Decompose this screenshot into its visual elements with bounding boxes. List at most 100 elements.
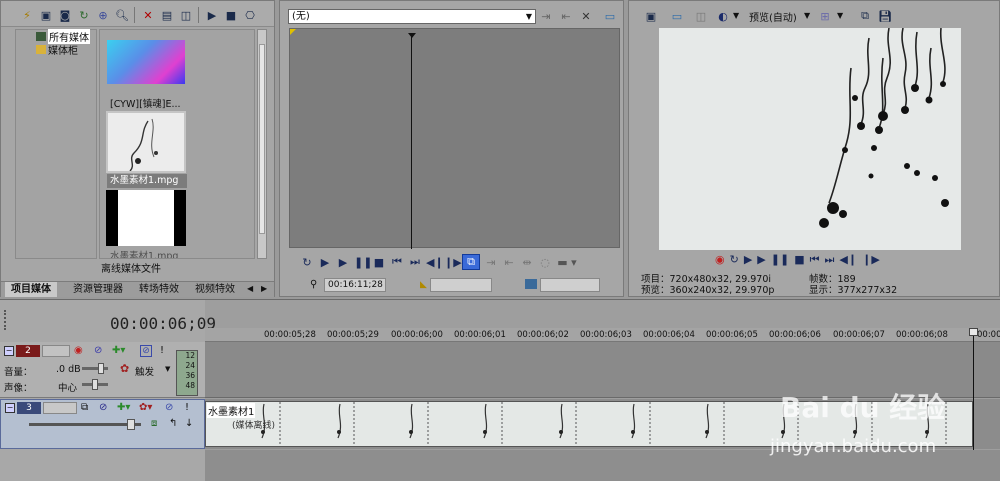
audio-icon[interactable]: ◌ (538, 256, 552, 269)
tab-transitions[interactable]: 转场特效 (133, 282, 185, 297)
trimmer-cursor[interactable] (411, 35, 412, 249)
go-end-icon[interactable]: ⏭ (408, 255, 422, 269)
play-icon[interactable]: ▶ (336, 256, 350, 269)
thumbnail-cyw[interactable] (107, 40, 185, 84)
trim-in-icon[interactable]: ⇥ (538, 8, 554, 24)
more-icon[interactable]: ▬ ▾ (556, 256, 578, 269)
add-before-icon[interactable]: ⇤ (502, 256, 516, 269)
preview-mode-chevron-icon[interactable]: ▼ (804, 11, 810, 20)
track3-header[interactable]: − 3 ⧉ ⊘ ✚▾ ✿▾ ⊘ ! ⧈ ↰ ↓ (0, 399, 205, 449)
capture-icon[interactable]: ▣ (38, 7, 54, 23)
track-collapse-icon[interactable]: − (5, 403, 15, 413)
save-snapshot-icon[interactable]: 💾︎ (877, 8, 893, 24)
import-icon[interactable]: ⚡ (19, 7, 35, 23)
grid-icon[interactable]: ⊞ (817, 8, 833, 24)
trimmer-dropdown[interactable]: (无) ▼ (288, 9, 536, 24)
track-collapse-icon[interactable]: − (4, 346, 14, 356)
add-to-timeline-icon[interactable]: ⇥ (484, 256, 498, 269)
tree-item-bins[interactable]: 媒体柜 (36, 43, 78, 57)
track2-header[interactable]: − 2 ◉ ⊘ ✚▾ ⊘ ! 音量： .0 dB ✿ 触发 ▼ 声像： 中心 1… (0, 342, 205, 398)
copy-snapshot-icon[interactable]: ⧉ (857, 8, 873, 24)
trim-mode-icon[interactable]: ⧉ (462, 254, 480, 270)
get-media-icon[interactable]: ◙ (57, 7, 73, 23)
track-fx-icon[interactable]: ✚▾ (112, 345, 125, 356)
trimmer-timecode[interactable]: 00:16:11;28 (324, 278, 386, 292)
play-icon[interactable]: ▶ (204, 7, 220, 23)
trim-out-icon[interactable]: ⇤ (558, 8, 574, 24)
tab-scroll-left-icon[interactable]: ◀ (247, 284, 253, 293)
tab-scroll-right-icon[interactable]: ▶ (261, 284, 267, 293)
mute-icon[interactable]: ⊘ (165, 402, 173, 413)
media-scrollbar[interactable] (257, 29, 267, 259)
automation-icon[interactable]: ✿▾ (139, 402, 152, 413)
timeline-timecode[interactable]: 00:00:06;09 (110, 314, 216, 333)
next-frame-icon[interactable]: ❙▶ (444, 256, 462, 269)
sync-icon[interactable]: ↻ (76, 7, 92, 23)
drag-handle-icon[interactable] (4, 310, 7, 330)
go-start-icon[interactable]: ⏮ (390, 255, 404, 269)
trigger-label[interactable]: 触发 (135, 364, 154, 378)
overlay-icon[interactable]: ◐ (715, 8, 731, 24)
child-icon[interactable]: ↓ (185, 418, 193, 429)
track3-name-field[interactable] (43, 402, 77, 414)
effects-icon[interactable]: ◫ (178, 7, 194, 23)
play-icon[interactable]: ▶ (757, 253, 765, 267)
arm-record-icon[interactable]: ◉ (74, 345, 83, 356)
trigger-chevron-icon[interactable]: ▼ (165, 365, 170, 373)
properties-icon[interactable]: ▤ (159, 7, 175, 23)
track-fx-icon[interactable]: ✚▾ (117, 402, 130, 413)
thumbnail-offline[interactable] (106, 190, 186, 246)
search-icon[interactable]: 🔍︎ (114, 7, 130, 23)
loop-icon[interactable]: ↻ (300, 256, 314, 269)
tab-video-fx[interactable]: 视频特效 (189, 282, 241, 297)
timeline-ruler[interactable]: 00:00:05;28 00:00:05;29 00:00:06;00 00:0… (205, 328, 1000, 342)
play-from-start-icon[interactable]: ▶ (744, 253, 752, 267)
parent-icon[interactable]: ↰ (169, 418, 177, 429)
record-icon[interactable]: ◉ (715, 253, 725, 267)
prev-frame-icon[interactable]: ◀❙ (426, 256, 444, 269)
prev-frame-icon[interactable]: ◀❙ (839, 253, 857, 267)
pause-icon[interactable]: ❚❚ (771, 253, 789, 267)
volume-slider[interactable] (82, 363, 108, 374)
playhead-marker[interactable] (969, 328, 978, 336)
go-end-icon[interactable]: ⏭ (825, 253, 835, 267)
monitor-icon[interactable]: ▭ (602, 8, 618, 24)
solo-icon[interactable]: ! (160, 345, 164, 356)
clear-icon[interactable]: ✕ (578, 8, 594, 24)
next-frame-icon[interactable]: ❙▶ (862, 253, 880, 267)
in-point-field[interactable] (430, 278, 492, 292)
pan-slider[interactable] (82, 379, 108, 390)
stop-icon[interactable]: ■ (223, 7, 239, 23)
automation-icon[interactable]: ✿ (120, 362, 129, 375)
composite-mode-icon[interactable]: ⧈ (151, 418, 157, 429)
preview-screen[interactable] (659, 28, 961, 250)
web-icon[interactable]: ⊕ (95, 7, 111, 23)
opacity-slider[interactable] (29, 419, 141, 430)
thumbnail-ink[interactable] (106, 111, 186, 173)
invert-phase-icon[interactable]: ⊘ (94, 345, 102, 356)
mute-icon[interactable]: ⊘ (140, 345, 152, 357)
stop-icon[interactable]: ■ (794, 253, 804, 267)
trimmer-screen[interactable] (289, 28, 620, 249)
split-screen-icon[interactable]: ◫ (693, 8, 709, 24)
track2-name-field[interactable] (42, 345, 70, 357)
length-field[interactable] (540, 278, 600, 292)
grid-chevron-icon[interactable]: ▼ (837, 11, 843, 20)
compositing-icon[interactable]: ⧉ (81, 402, 88, 413)
tab-explorer[interactable]: 资源管理器 (67, 282, 129, 297)
tab-project-media[interactable]: 项目媒体 (5, 282, 57, 297)
autopreview-icon[interactable]: ⎔ (242, 7, 258, 23)
play-from-start-icon[interactable]: ▶ (318, 256, 332, 269)
motion-icon[interactable]: ⊘ (99, 402, 107, 413)
go-start-icon[interactable]: ⏮ (810, 253, 820, 267)
delete-icon[interactable]: ✕ (140, 7, 156, 23)
preview-mode[interactable]: 预览(自动) (749, 9, 797, 24)
stop-icon[interactable]: ■ (372, 256, 386, 269)
preview-properties-icon[interactable]: ▣ (643, 8, 659, 24)
preview-monitor-icon[interactable]: ▭ (669, 8, 685, 24)
pause-icon[interactable]: ❚❚ (354, 256, 372, 269)
solo-icon[interactable]: ! (185, 402, 189, 413)
overlay-chevron-icon[interactable]: ▼ (733, 11, 739, 20)
fit-icon[interactable]: ⇹ (520, 256, 534, 269)
loop-icon[interactable]: ↻ (730, 253, 739, 267)
